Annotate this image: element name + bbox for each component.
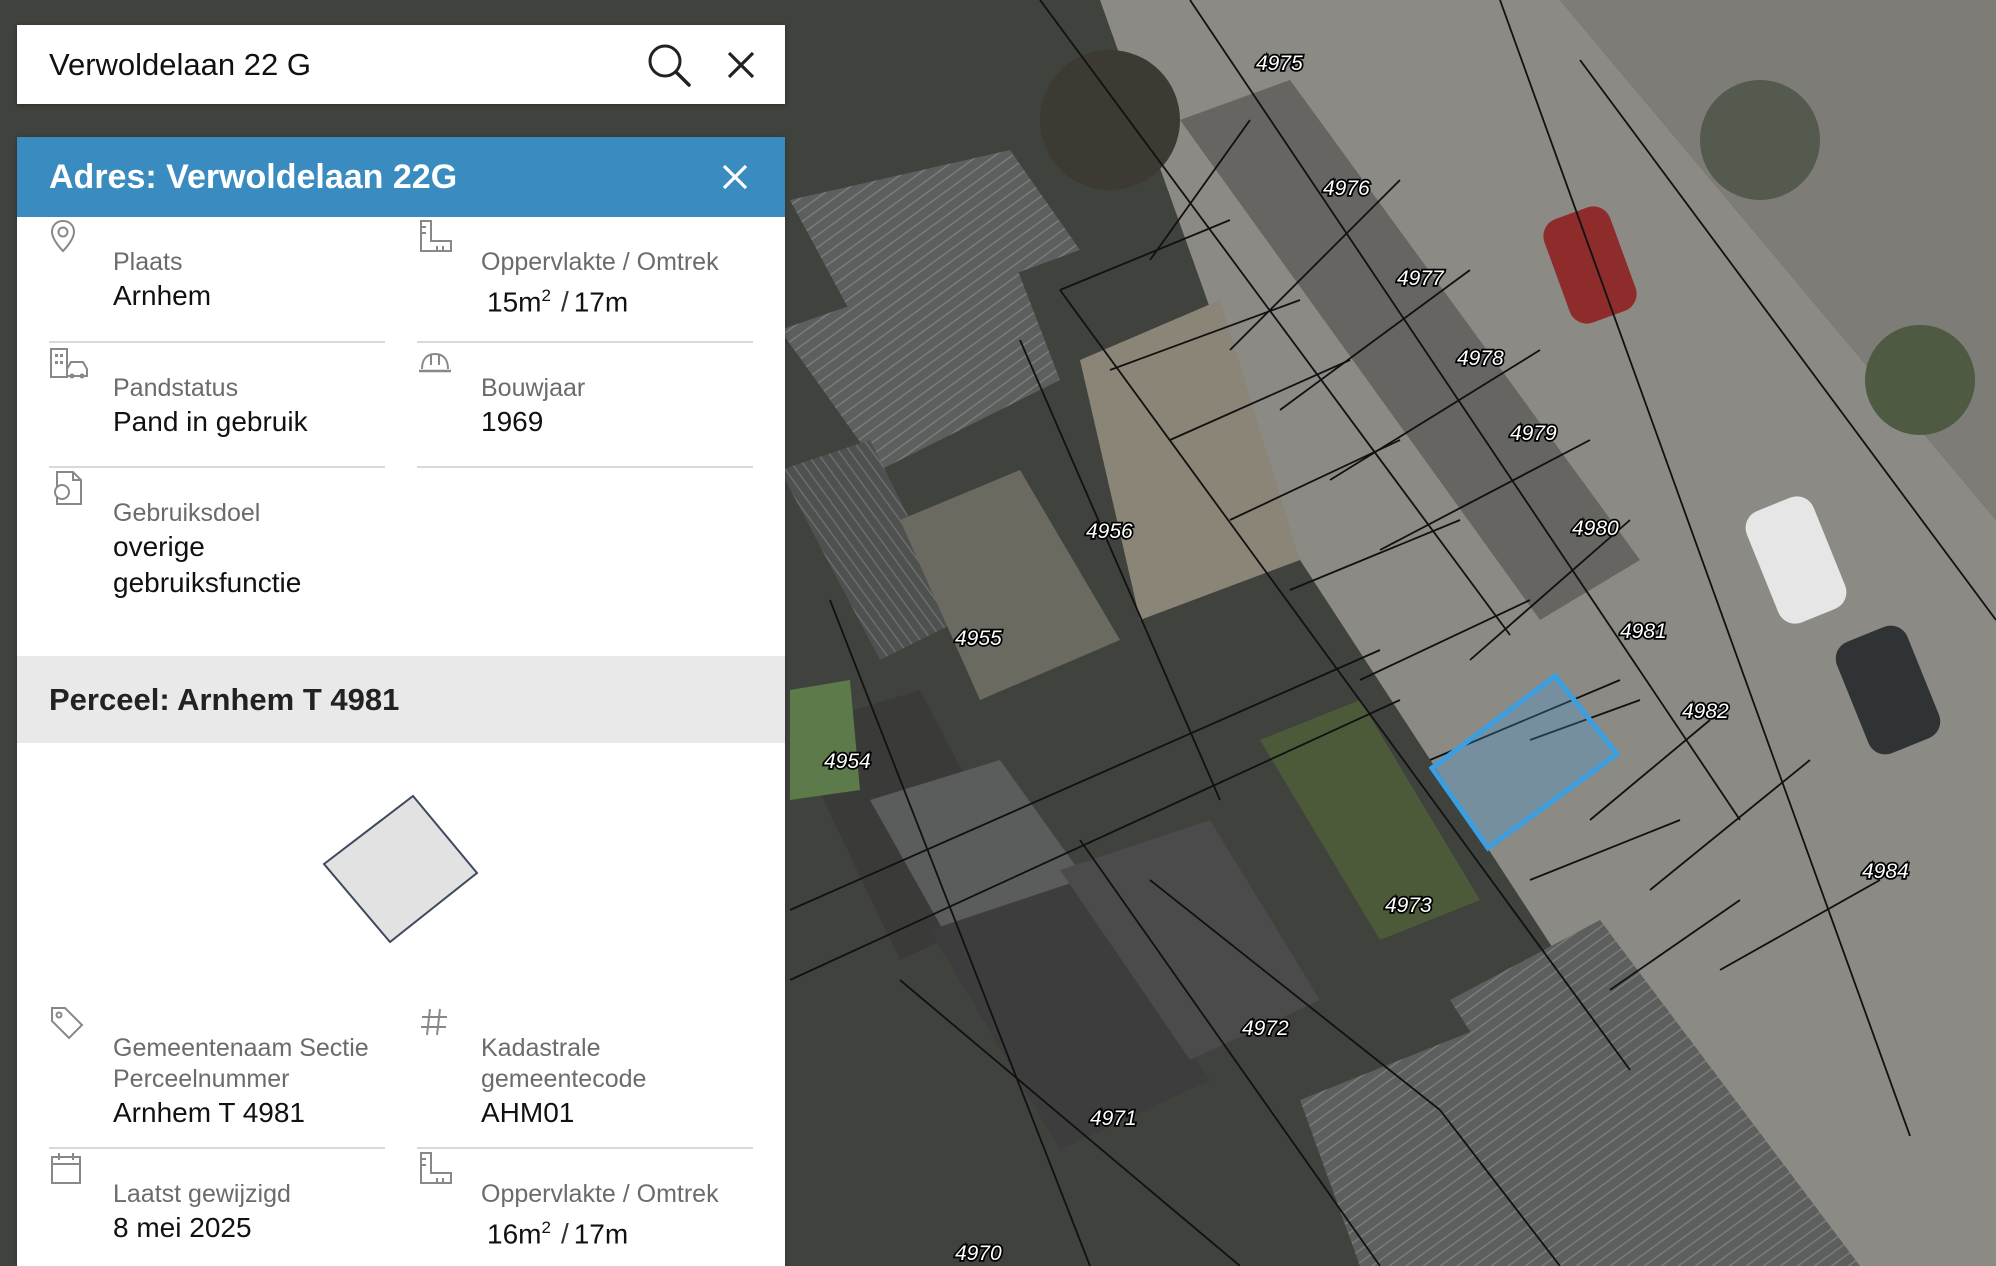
parcel-label-4980: 4980 bbox=[1572, 517, 1619, 540]
document-icon bbox=[54, 471, 82, 505]
hard-hat-icon bbox=[419, 352, 451, 373]
field-label: Plaats bbox=[113, 248, 183, 276]
area-value: 16m bbox=[487, 1218, 542, 1250]
field-value: Pand in gebruik bbox=[113, 406, 308, 437]
search-icon bbox=[648, 44, 691, 87]
parcel-label-4982: 4982 bbox=[1682, 700, 1729, 723]
parcel-shape-preview bbox=[17, 743, 785, 1003]
field-value: overige gebruiksfunctie bbox=[113, 531, 302, 598]
info-panel: Adres: Verwoldelaan 22G Plaats Arnhem Op… bbox=[17, 137, 785, 1266]
parcel-label-4976: 4976 bbox=[1323, 177, 1370, 200]
field-gemeentenaam: Gemeentenaam Sectie Perceelnummer Arnhem… bbox=[49, 1003, 385, 1149]
address-row-2: Pandstatus Pand in gebruik Bouwjaar 1969 bbox=[17, 343, 785, 468]
parcel-header: Perceel: Arnhem T 4981 bbox=[17, 656, 785, 743]
search-bar bbox=[17, 24, 785, 105]
parcel-label-4978: 4978 bbox=[1457, 347, 1504, 370]
address-title: Adres: Verwoldelaan 22G bbox=[49, 157, 458, 196]
parcel-row-1: Gemeentenaam Sectie Perceelnummer Arnhem… bbox=[17, 1003, 785, 1149]
address-header: Adres: Verwoldelaan 22G bbox=[17, 137, 785, 217]
hash-icon bbox=[421, 1008, 447, 1036]
separator: / bbox=[560, 1218, 569, 1250]
field-label: Gebruiksdoel bbox=[113, 499, 261, 527]
address-row-1: Plaats Arnhem Oppervlakte / Omtrek 15m2 /… bbox=[17, 217, 785, 343]
address-row-3: Gebruiksdoel overige gebruiksfunctie bbox=[17, 468, 785, 656]
parcel-label-4956: 4956 bbox=[1086, 520, 1133, 543]
search-button[interactable] bbox=[639, 35, 699, 95]
field-label: Bouwjaar bbox=[481, 374, 586, 402]
perimeter-value: 17m bbox=[573, 286, 629, 318]
field-value: 1969 bbox=[481, 406, 544, 437]
parcel-label-4955: 4955 bbox=[955, 627, 1002, 650]
tag-icon bbox=[51, 1007, 84, 1040]
search-input[interactable] bbox=[17, 24, 639, 105]
parcel-label-4975: 4975 bbox=[1256, 52, 1303, 75]
parcel-shape bbox=[322, 794, 479, 944]
close-icon bbox=[722, 164, 748, 190]
parcel-label-4971: 4971 bbox=[1090, 1107, 1137, 1130]
parcel-label-4979: 4979 bbox=[1510, 422, 1557, 445]
parcel-label-4984: 4984 bbox=[1862, 860, 1909, 883]
parcel-label-4981: 4981 bbox=[1620, 620, 1667, 643]
area-unit-sup: 2 bbox=[541, 1218, 551, 1237]
clear-search-button[interactable] bbox=[711, 35, 771, 95]
field-value: Arnhem bbox=[113, 280, 212, 311]
field-kadastrale: Kadastrale gemeentecode AHM01 bbox=[417, 1003, 753, 1149]
parcel-label-4970: 4970 bbox=[955, 1242, 1002, 1265]
building-icon bbox=[50, 348, 88, 379]
field-label: Pandstatus bbox=[113, 374, 239, 402]
field-bouwjaar: Bouwjaar 1969 bbox=[417, 343, 753, 468]
perimeter-value: 17m bbox=[573, 1218, 629, 1250]
field-oppervlakte-perceel: Oppervlakte / Omtrek 16m2 /17m bbox=[417, 1149, 753, 1266]
area-value: 15m bbox=[487, 286, 542, 318]
parcel-label-4977: 4977 bbox=[1397, 267, 1445, 290]
field-label: Gemeentenaam Sectie Perceelnummer bbox=[113, 1034, 369, 1093]
ruler-icon bbox=[420, 1152, 452, 1184]
close-panel-button[interactable] bbox=[705, 147, 765, 207]
field-pandstatus: Pandstatus Pand in gebruik bbox=[49, 343, 385, 468]
field-oppervlakte: Oppervlakte / Omtrek 15m2 /17m bbox=[417, 217, 753, 343]
field-value: AHM01 bbox=[481, 1097, 575, 1128]
parcel-label-4954: 4954 bbox=[824, 750, 871, 773]
field-value: 16m2 /17m bbox=[487, 1210, 753, 1252]
field-value: 8 mei 2025 bbox=[113, 1212, 252, 1243]
parcel-row-2: Laatst gewijzigd 8 mei 2025 Oppervlakte … bbox=[17, 1149, 785, 1266]
field-value: Arnhem T 4981 bbox=[113, 1097, 305, 1128]
parcel-title: Perceel: Arnhem T 4981 bbox=[49, 681, 400, 717]
field-gewijzigd: Laatst gewijzigd 8 mei 2025 bbox=[49, 1149, 385, 1266]
parcel-label-4972: 4972 bbox=[1242, 1017, 1289, 1040]
field-value: 15m2 /17m bbox=[487, 278, 753, 320]
field-label: Laatst gewijzigd bbox=[113, 1180, 291, 1208]
field-gebruiksdoel: Gebruiksdoel overige gebruiksfunctie bbox=[49, 468, 385, 656]
separator: / bbox=[560, 286, 569, 318]
parcel-label-4973: 4973 bbox=[1385, 894, 1432, 917]
location-pin-icon bbox=[50, 219, 76, 253]
ruler-icon bbox=[420, 220, 452, 252]
close-icon bbox=[727, 51, 755, 78]
area-unit-sup: 2 bbox=[541, 286, 551, 305]
field-label: Oppervlakte / Omtrek bbox=[481, 248, 719, 276]
field-label: Kadastrale gemeentecode bbox=[481, 1034, 647, 1093]
calendar-icon bbox=[51, 1153, 81, 1184]
field-plaats: Plaats Arnhem bbox=[49, 217, 385, 343]
field-label: Oppervlakte / Omtrek bbox=[481, 1180, 719, 1208]
